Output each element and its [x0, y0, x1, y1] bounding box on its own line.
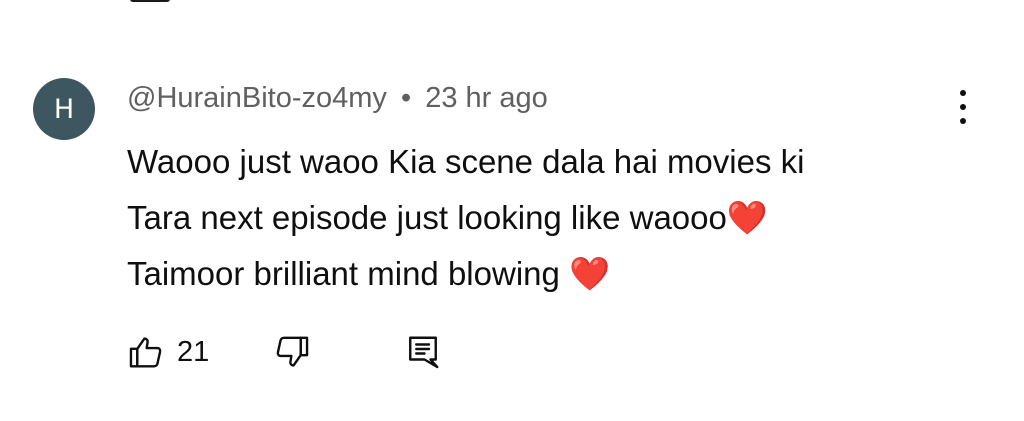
comment-line: Tara next episode just looking like waoo…	[127, 199, 768, 236]
comment-meta: @HurainBito-zo4my • 23 hr ago	[127, 80, 548, 116]
vertical-dots-icon[interactable]	[948, 90, 978, 124]
like-count: 21	[177, 335, 210, 368]
comment-item: H @HurainBito-zo4my • 23 hr ago Waooo ju…	[0, 0, 1024, 421]
dislike-button[interactable]	[273, 330, 311, 374]
comment-time: 23 hr ago	[425, 82, 548, 114]
thumbs-down-icon	[276, 336, 309, 367]
comment-reply-icon	[409, 336, 439, 369]
avatar-letter: H	[53, 93, 75, 125]
comment-text: Waooo just waoo Kia scene dala hai movie…	[127, 134, 947, 302]
meta-separator: •	[400, 82, 412, 114]
avatar[interactable]: H	[33, 78, 95, 140]
like-button[interactable]: 21	[127, 330, 209, 374]
thumbs-up-icon	[129, 337, 162, 368]
reply-button[interactable]	[405, 330, 441, 374]
comment-line: Taimoor brilliant mind blowing ❤️	[127, 255, 611, 292]
author-handle[interactable]: @HurainBito-zo4my	[127, 82, 387, 114]
comment-line: Waooo just waoo Kia scene dala hai movie…	[127, 143, 805, 180]
